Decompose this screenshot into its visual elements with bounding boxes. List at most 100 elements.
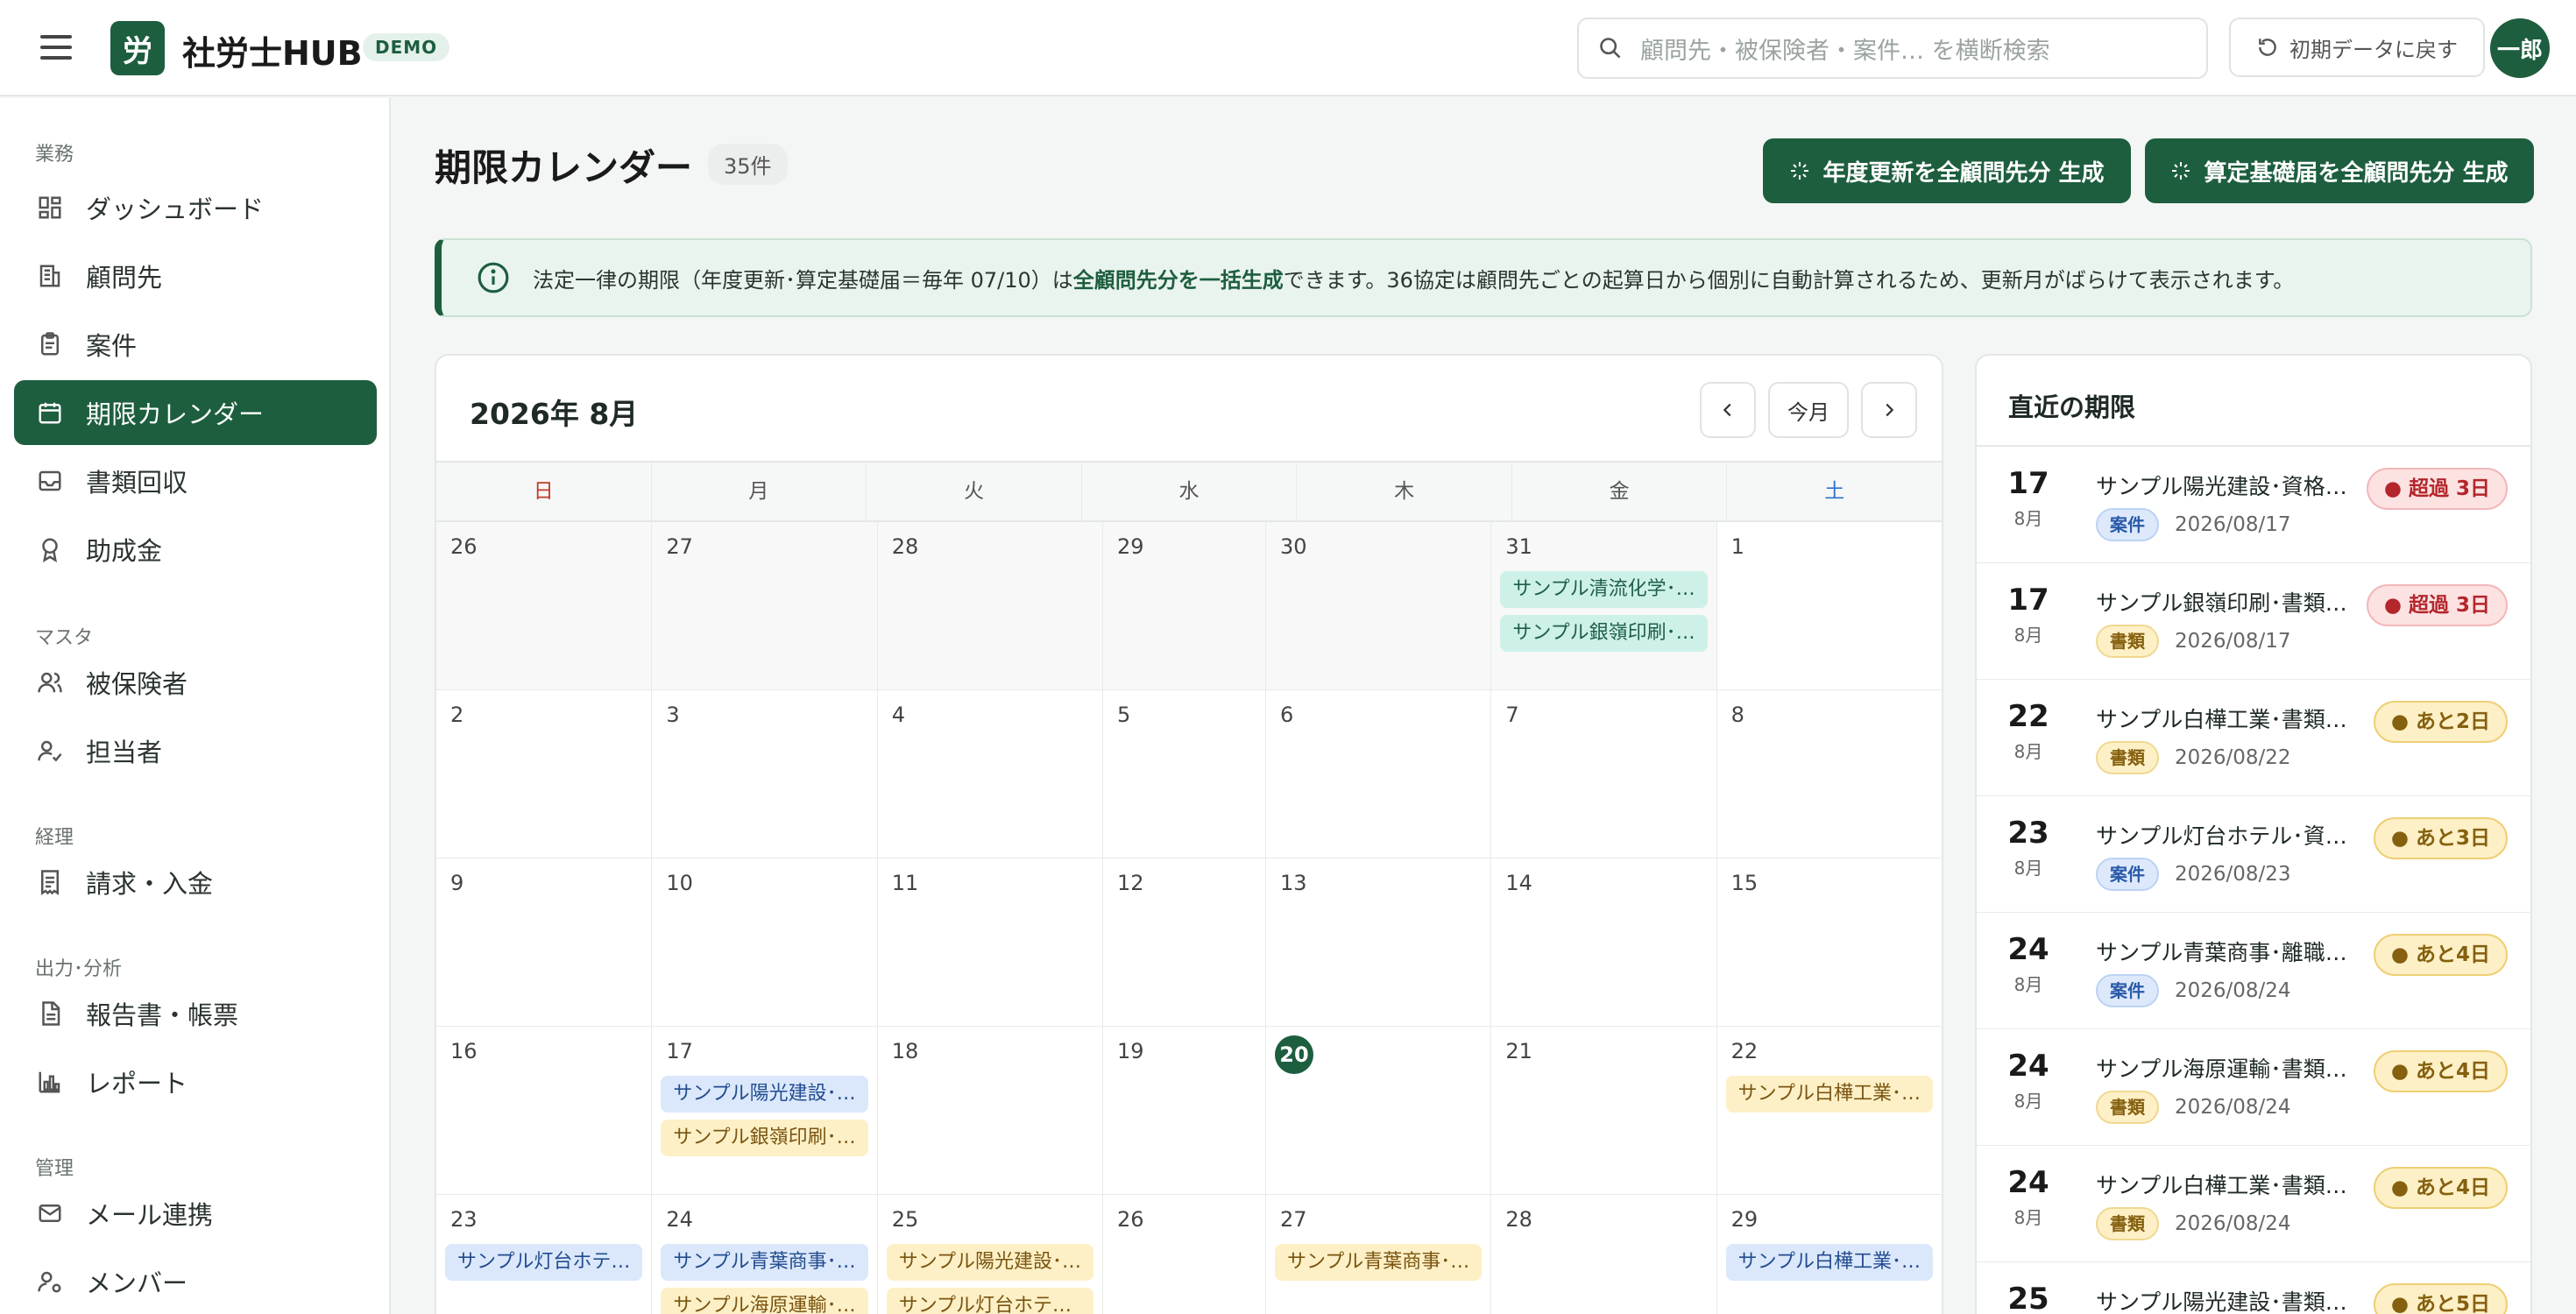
reset-data-button[interactable]: 初期データに戻す — [2229, 18, 2485, 77]
day-number: 24 — [666, 1207, 693, 1232]
calendar-day-cell[interactable]: 19 — [1103, 1027, 1266, 1195]
weekday-label: 土 — [1824, 480, 1845, 503]
calendar-day-cell[interactable]: 24 サンプル青葉商事･… サンプル海原運輸･… — [652, 1195, 878, 1314]
generate-base-button[interactable]: 算定基礎届を全顧問先分 生成 — [2145, 138, 2534, 203]
calendar-day-cell[interactable]: 8 — [1716, 690, 1942, 858]
sidebar-item-mail[interactable]: メール連携 — [14, 1181, 377, 1246]
calendar-day-cell[interactable]: 18 — [877, 1027, 1104, 1195]
calendar-day-cell[interactable]: 14 — [1491, 858, 1717, 1027]
app-root: 労 社労士HUB DEMO 顧問先・被保険者・案件… を横断検索 初期データに戻… — [0, 0, 2576, 1314]
calendar-day-cell[interactable]: 11 — [877, 858, 1104, 1027]
calendar-day-cell[interactable]: 20 — [1265, 1027, 1492, 1195]
calendar-day-cell[interactable]: 2 — [436, 690, 653, 858]
sidebar-item-label: メンバー — [86, 1268, 188, 1298]
sidebar-item-report[interactable]: レポート — [14, 1049, 377, 1114]
calendar-day-cell[interactable]: 31 サンプル清流化学･… サンプル銀嶺印刷･… — [1491, 522, 1717, 690]
calendar-day-cell[interactable]: 29 サンプル白樺工業･… — [1717, 1195, 1942, 1314]
calendar-event[interactable]: サンプル白樺工業･… — [1725, 1076, 1933, 1113]
this-month-button[interactable]: 今月 — [1768, 382, 1849, 438]
avatar[interactable]: 一郎 — [2490, 18, 2550, 78]
sidebar-item-clients[interactable]: 顧問先 — [14, 244, 377, 308]
deadline-item[interactable]: 17 8月 サンプル銀嶺印刷･書類… 書類 2026/08/17 ● 超過 3日 — [1977, 563, 2530, 680]
sidebar-item-dashboard[interactable]: ダッシュボード — [14, 175, 377, 240]
weekday-label: 木 — [1297, 463, 1512, 520]
sidebar-item-members[interactable]: メンバー — [14, 1249, 377, 1314]
calendar-day-cell[interactable]: 28 — [1491, 1195, 1717, 1314]
calendar-event[interactable]: サンプル白樺工業･… — [1725, 1244, 1933, 1281]
calendar-day-cell[interactable]: 28 — [877, 522, 1104, 690]
sidebar-item-staff[interactable]: 担当者 — [14, 718, 377, 783]
calendar-event[interactable]: サンプル灯台ホテ… — [445, 1244, 643, 1281]
calendar-day-cell[interactable]: 23 サンプル灯台ホテ… — [436, 1195, 653, 1314]
deadline-item[interactable]: 24 8月 サンプル海原運輸･書類… 書類 2026/08/24 ● あと4日 — [1977, 1029, 2530, 1146]
deadline-item[interactable]: 24 8月 サンプル青葉商事･離職… 案件 2026/08/24 ● あと4日 — [1977, 913, 2530, 1029]
calendar-day-cell[interactable]: 16 — [436, 1027, 653, 1195]
sidebar-item-documents[interactable]: 書類回収 — [14, 449, 377, 513]
calendar-event[interactable]: サンプル清流化学･… — [1500, 571, 1708, 608]
deadline-item[interactable]: 17 8月 サンプル陽光建設･資格… 案件 2026/08/17 ● 超過 3日 — [1977, 447, 2530, 563]
sidebar-item-calendar[interactable]: 期限カレンダー — [14, 380, 377, 445]
calendar-event[interactable]: サンプル銀嶺印刷･… — [1500, 615, 1708, 652]
sidebar-item-subsidy[interactable]: 助成金 — [14, 517, 377, 582]
deadline-item[interactable]: 23 8月 サンプル灯台ホテル･資… 案件 2026/08/23 ● あと3日 — [1977, 796, 2530, 913]
deadline-day: 24 — [2007, 1049, 2049, 1084]
generate-annual-button[interactable]: 年度更新を全顧問先分 生成 — [1763, 138, 2131, 203]
calendar-day-cell[interactable]: 21 — [1491, 1027, 1717, 1195]
day-number: 9 — [450, 871, 464, 895]
deadline-title: サンプル陽光建設･資格… — [2096, 474, 2347, 499]
sidebar-item-insured[interactable]: 被保険者 — [14, 650, 377, 715]
calendar-day-cell[interactable]: 27 — [652, 522, 878, 690]
deadline-date: 2026/08/22 — [2175, 746, 2291, 769]
search-placeholder: 顧問先・被保険者・案件… を横断検索 — [1640, 37, 2050, 65]
deadline-month: 8月 — [2013, 508, 2043, 529]
calendar-day-cell[interactable]: 13 — [1265, 858, 1492, 1027]
sidebar-item-cases[interactable]: 案件 — [14, 312, 377, 377]
page-title: 期限カレンダー — [435, 146, 693, 189]
calendar-day-cell[interactable]: 25 サンプル陽光建設･… サンプル灯台ホテ… — [878, 1195, 1104, 1314]
search-input[interactable]: 顧問先・被保険者・案件… を横断検索 — [1577, 18, 2208, 79]
deadline-item[interactable]: 258月サンプル陽光建設･書類…書類2026/08/25● あと5日 — [1977, 1262, 2530, 1314]
deadline-status-text: あと5日 — [2415, 1293, 2490, 1314]
calendar-day-cell[interactable]: 1 — [1716, 522, 1942, 690]
calendar-day-cell[interactable]: 5 — [1103, 690, 1266, 858]
day-number: 21 — [1505, 1039, 1532, 1063]
calendar-day-cell[interactable]: 3 — [652, 690, 878, 858]
sidebar-item-reports[interactable]: 報告書・帳票 — [14, 981, 377, 1046]
deadline-item[interactable]: 22 8月 サンプル白樺工業･書類… 書類 2026/08/22 ● あと2日 — [1977, 680, 2530, 796]
calendar-day-cell[interactable]: 9 — [436, 858, 653, 1027]
calendar-day-cell[interactable]: 17 サンプル陽光建設･… サンプル銀嶺印刷･… — [652, 1027, 878, 1195]
calendar-day-cell[interactable]: 15 — [1716, 858, 1942, 1027]
prev-month-button[interactable] — [1700, 382, 1756, 438]
weekday-label: 火 — [867, 463, 1082, 520]
calendar-day-cell[interactable]: 7 — [1491, 690, 1717, 858]
calendar-event[interactable]: サンプル青葉商事･… — [1274, 1244, 1483, 1281]
calendar-day-cell[interactable]: 29 — [1103, 522, 1266, 690]
calendar-day-cell[interactable]: 12 — [1103, 858, 1266, 1027]
calendar-day-cell[interactable]: 10 — [652, 858, 878, 1027]
calendar-day-cell[interactable]: 26 — [436, 522, 653, 690]
calendar-event[interactable]: サンプル銀嶺印刷･… — [661, 1120, 868, 1156]
day-number: 1 — [1730, 534, 1744, 559]
deadline-date: 2026/08/23 — [2175, 863, 2291, 886]
calendar-event[interactable]: サンプル海原運輸･… — [661, 1288, 868, 1314]
menu-icon[interactable] — [39, 32, 74, 63]
calendar-day-cell[interactable]: 26 — [1103, 1195, 1266, 1314]
calendar-event[interactable]: サンプル青葉商事･… — [661, 1244, 868, 1281]
day-number: 23 — [450, 1207, 478, 1232]
calendar-event[interactable]: サンプル陽光建設･… — [661, 1076, 868, 1113]
calendar-event[interactable]: サンプル灯台ホテ… — [886, 1288, 1094, 1314]
deadline-status-badge: ● あと3日 — [2373, 817, 2508, 859]
deadline-item[interactable]: 24 8月 サンプル白樺工業･書類… 書類 2026/08/24 ● あと4日 — [1977, 1146, 2530, 1262]
next-month-button[interactable] — [1861, 382, 1917, 438]
sidebar-item-billing[interactable]: 請求・入金 — [14, 850, 377, 915]
chevron-left-icon — [1723, 403, 1731, 417]
calendar-day-cell[interactable]: 22 サンプル白樺工業･… — [1716, 1027, 1942, 1195]
calendar-day-cell[interactable]: 30 — [1265, 522, 1492, 690]
calendar-event[interactable]: サンプル陽光建設･… — [886, 1244, 1094, 1281]
day-number: 26 — [1117, 1207, 1144, 1232]
deadline-day: 23 — [2007, 816, 2049, 851]
day-number: 18 — [891, 1039, 919, 1063]
calendar-day-cell[interactable]: 27 サンプル青葉商事･… — [1266, 1195, 1492, 1314]
calendar-day-cell[interactable]: 4 — [877, 690, 1104, 858]
calendar-day-cell[interactable]: 6 — [1265, 690, 1492, 858]
